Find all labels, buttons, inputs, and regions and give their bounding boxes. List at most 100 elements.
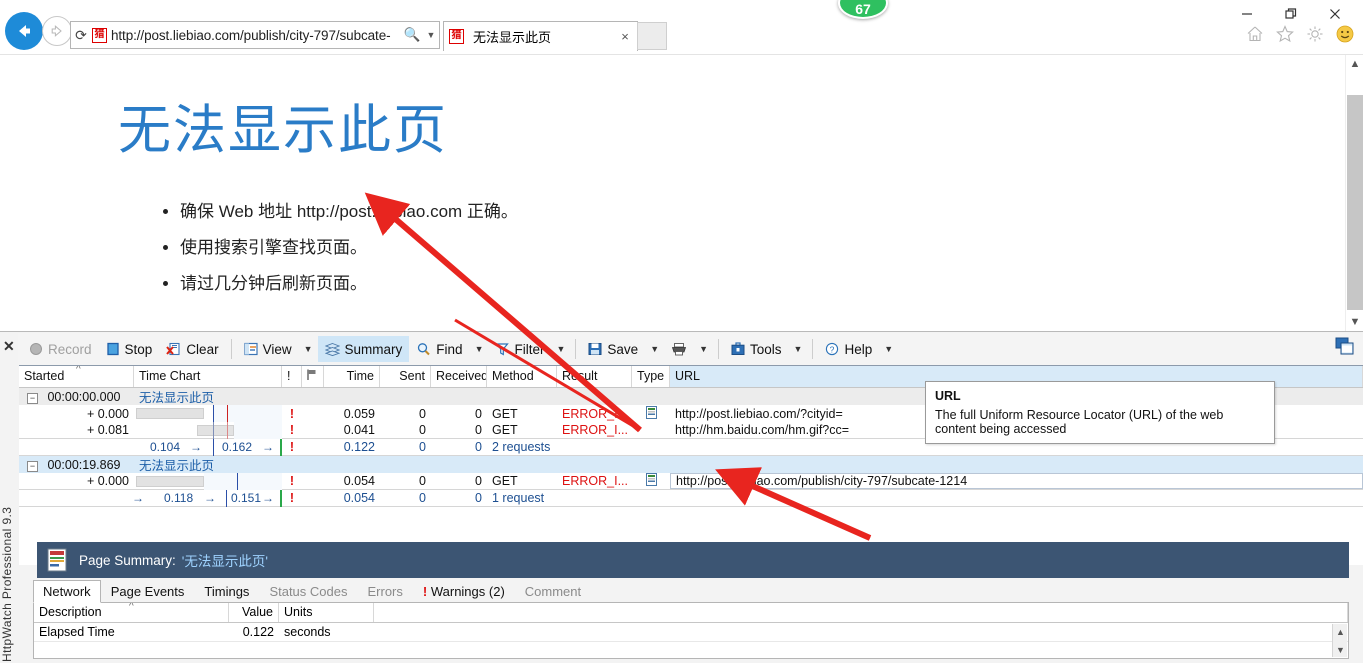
chevron-down-icon[interactable]: ▼ (423, 30, 439, 40)
tab-warnings-label: Warnings (2) (431, 584, 505, 599)
new-tab-button[interactable] (637, 22, 667, 50)
forward-arrow-icon (49, 23, 65, 39)
tools-chevron-down-icon[interactable]: ▼ (789, 341, 808, 357)
collapse-expander-icon[interactable]: − (27, 461, 38, 472)
toolbar-divider (231, 339, 232, 359)
minimize-icon (1240, 7, 1254, 21)
detail-scrollbar[interactable]: ▲ ▼ (1332, 624, 1347, 657)
tab-status-codes[interactable]: Status Codes (259, 580, 357, 603)
row-received: 0 (431, 474, 487, 488)
httpwatch-close-icon[interactable]: ✕ (3, 338, 15, 355)
help-chevron-down-icon[interactable]: ▼ (879, 341, 898, 357)
record-button[interactable]: Record (22, 336, 99, 362)
row-warning-flag: ! (282, 407, 302, 421)
status-badge: 67 (838, 0, 888, 19)
total-mark: 0.104 (150, 440, 180, 454)
column-header-time[interactable]: Time (324, 366, 380, 387)
row-received: 0 (431, 423, 487, 437)
detail-column-units[interactable]: Units (279, 603, 374, 622)
row-started: 00:00:00.000 (47, 390, 120, 404)
detail-column-value[interactable]: Value (229, 603, 279, 622)
tab-warnings[interactable]: ! Warnings (2) (413, 580, 515, 603)
row-method: GET (487, 407, 557, 421)
column-header-warning[interactable]: ! (282, 366, 302, 387)
search-icon[interactable]: 🔍 (401, 27, 423, 43)
forward-button[interactable] (42, 16, 72, 46)
tools-button[interactable]: Tools (724, 336, 789, 362)
collapse-expander-icon[interactable]: − (27, 393, 38, 404)
warning-bang-icon: ! (423, 584, 427, 599)
row-result: ERROR_I... (557, 423, 632, 437)
document-icon (646, 406, 657, 419)
tab-close-icon[interactable]: × (617, 29, 633, 44)
scroll-down-icon[interactable]: ▼ (1346, 313, 1363, 331)
browser-tab[interactable]: 猎 无法显示此页 × (443, 21, 638, 51)
tab-comment[interactable]: Comment (515, 580, 591, 603)
refresh-icon[interactable]: ⟳ (71, 27, 91, 44)
stop-button[interactable]: Stop (99, 336, 160, 362)
tab-errors[interactable]: Errors (357, 580, 412, 603)
url-column-tooltip: URL The full Uniform Resource Locator (U… (925, 381, 1275, 444)
scroll-up-icon[interactable]: ▲ (1333, 624, 1348, 639)
column-header-received[interactable]: Received (431, 366, 487, 387)
tab-page-events[interactable]: Page Events (101, 580, 195, 603)
row-result: ERROR_I... (557, 407, 632, 421)
total-mark: 0.118 (164, 491, 193, 505)
find-chevron-down-icon[interactable]: ▼ (470, 341, 489, 357)
summary-button[interactable]: Summary (318, 336, 410, 362)
home-icon[interactable] (1245, 24, 1265, 44)
scroll-down-icon[interactable]: ▼ (1333, 642, 1348, 657)
row-warning-flag: ! (282, 423, 302, 437)
total-received: 0 (431, 491, 487, 505)
detail-column-description[interactable]: Description ^ (34, 603, 229, 622)
address-bar[interactable]: ⟳ 猎 http://post.liebiao.com/publish/city… (70, 21, 440, 49)
tab-timings[interactable]: Timings (194, 580, 259, 603)
column-header-time-chart[interactable]: Time Chart (134, 366, 282, 387)
column-header-method[interactable]: Method (487, 366, 557, 387)
arrow-right-icon: → (204, 491, 216, 505)
print-chevron-down-icon[interactable]: ▼ (694, 341, 713, 357)
stop-label: Stop (125, 342, 153, 357)
printer-icon (671, 342, 687, 356)
print-button[interactable] (664, 336, 694, 362)
stop-square-icon (106, 342, 120, 356)
total-time: 0.054 (324, 491, 380, 505)
favorites-star-icon[interactable] (1275, 24, 1295, 44)
tools-label: Tools (750, 342, 782, 357)
view-button[interactable]: View (237, 336, 299, 362)
column-header-started[interactable]: Started ^ (19, 366, 134, 387)
column-header-flag[interactable] (302, 366, 324, 387)
gear-icon[interactable] (1305, 24, 1325, 44)
row-sent: 0 (380, 423, 431, 437)
save-label: Save (607, 342, 638, 357)
help-button[interactable]: ? Help (818, 336, 879, 362)
scroll-up-icon[interactable]: ▲ (1346, 55, 1363, 73)
detail-column-blank[interactable] (374, 603, 1348, 622)
column-header-sent[interactable]: Sent (380, 366, 431, 387)
filter-chevron-down-icon[interactable]: ▼ (551, 341, 570, 357)
back-button[interactable] (5, 12, 43, 50)
save-chevron-down-icon[interactable]: ▼ (645, 341, 664, 357)
row-started: 00:00:19.869 (47, 458, 120, 472)
suggestion-list: 确保 Web 地址 http://post.liebiao.com 正确。 使用… (140, 201, 518, 309)
view-chevron-down-icon[interactable]: ▼ (299, 341, 318, 357)
address-url-text: http://post.liebiao.com/publish/city-797… (111, 28, 401, 43)
table-row[interactable]: + 0.000 ! 0.054 0 0 GET ERROR_I... (19, 473, 1363, 490)
column-header-result[interactable]: Result (557, 366, 632, 387)
cascade-windows-icon[interactable] (1335, 337, 1355, 357)
filter-button[interactable]: Filter (488, 336, 551, 362)
smiley-icon[interactable] (1335, 24, 1355, 44)
find-button[interactable]: Find (409, 336, 469, 362)
ie-toolbar-icons (1245, 24, 1355, 44)
row-started: + 0.081 (19, 423, 134, 437)
column-header-type[interactable]: Type (632, 366, 670, 387)
clear-button[interactable]: Clear (159, 336, 225, 362)
row-time-chart (134, 422, 282, 439)
tab-network[interactable]: Network (33, 580, 101, 603)
table-row[interactable]: Elapsed Time 0.122 seconds (34, 623, 1348, 642)
browser-scrollbar[interactable]: ▲ ▼ (1345, 55, 1363, 331)
save-button[interactable]: Save (581, 336, 645, 362)
scrollbar-thumb[interactable] (1347, 95, 1363, 310)
table-row[interactable]: − 00:00:19.869 无法显示此页 (19, 456, 1363, 473)
total-mark: 0.151 (231, 491, 261, 505)
